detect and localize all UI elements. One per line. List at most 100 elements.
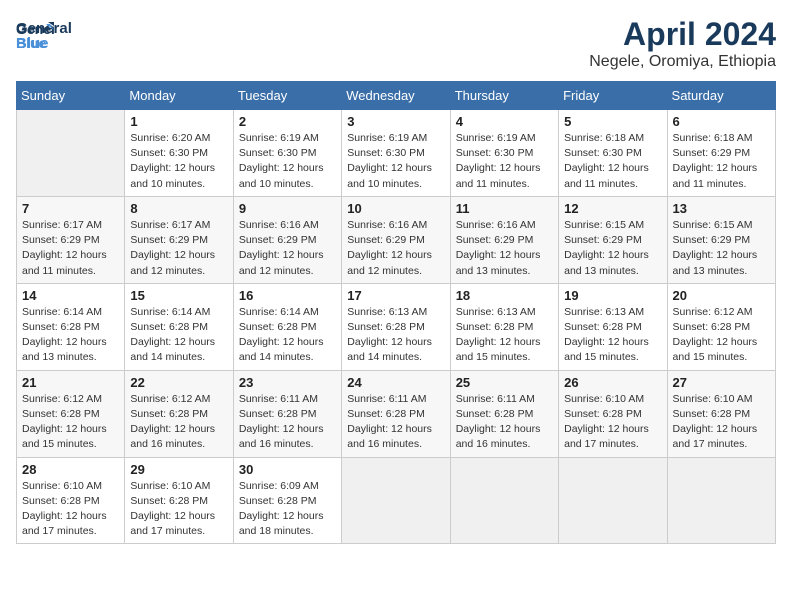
- calendar-cell: 10 Sunrise: 6:16 AM Sunset: 6:29 PM Dayli…: [342, 196, 450, 283]
- calendar-cell: 5 Sunrise: 6:18 AM Sunset: 6:30 PM Daylig…: [559, 110, 667, 197]
- day-number: 13: [673, 201, 770, 216]
- day-number: 22: [130, 375, 227, 390]
- day-info: Sunrise: 6:19 AM Sunset: 6:30 PM Dayligh…: [347, 131, 444, 192]
- calendar-cell: 17Sunrise: 6:13 AM Sunset: 6:28 PM Dayli…: [342, 283, 450, 370]
- calendar-cell: 26 Sunrise: 6:10 AM Sunset: 6:28 PM Dayli…: [559, 370, 667, 457]
- calendar-cell: 23 Sunrise: 6:11 AM Sunset: 6:28 PM Dayli…: [233, 370, 341, 457]
- month-title: April 2024: [589, 16, 776, 53]
- day-number: 21: [22, 375, 119, 390]
- day-info: Sunrise: 6:10 AM Sunset: 6:28 PM Dayligh…: [22, 479, 119, 540]
- day-info: Sunrise: 6:10 AM Sunset: 6:28 PM Dayligh…: [130, 479, 227, 540]
- day-info: Sunrise: 6:11 AM Sunset: 6:28 PM Dayligh…: [347, 392, 444, 453]
- location: Negele, Oromiya, Ethiopia: [589, 53, 776, 71]
- day-number: 14: [22, 288, 119, 303]
- day-number: 8: [130, 201, 227, 216]
- day-info: Sunrise: 6:14 AM Sunset: 6:28 PM Dayligh…: [239, 305, 336, 366]
- week-row-3: 14 Sunrise: 6:14 AM Sunset: 6:28 PM Dayli…: [17, 283, 776, 370]
- day-number: 27: [673, 375, 770, 390]
- calendar-cell: [667, 457, 775, 544]
- day-info: Sunrise: 6:19 AM Sunset: 6:30 PM Dayligh…: [456, 131, 553, 192]
- day-info: Sunrise: 6:12 AM Sunset: 6:28 PM Dayligh…: [130, 392, 227, 453]
- day-number: 1: [130, 114, 227, 129]
- calendar-cell: 15Sunrise: 6:14 AM Sunset: 6:28 PM Dayli…: [125, 283, 233, 370]
- day-info: Sunrise: 6:15 AM Sunset: 6:29 PM Dayligh…: [564, 218, 661, 279]
- calendar-cell: 9Sunrise: 6:16 AM Sunset: 6:29 PM Daylig…: [233, 196, 341, 283]
- day-info: Sunrise: 6:20 AM Sunset: 6:30 PM Dayligh…: [130, 131, 227, 192]
- svg-text:Blue: Blue: [16, 35, 47, 51]
- calendar-cell: 12 Sunrise: 6:15 AM Sunset: 6:29 PM Dayli…: [559, 196, 667, 283]
- day-number: 25: [456, 375, 553, 390]
- day-number: 26: [564, 375, 661, 390]
- calendar-cell: 25 Sunrise: 6:11 AM Sunset: 6:28 PM Dayli…: [450, 370, 558, 457]
- header-thursday: Thursday: [450, 82, 558, 110]
- calendar-table: SundayMondayTuesdayWednesdayThursdayFrid…: [16, 81, 776, 544]
- calendar-cell: [450, 457, 558, 544]
- calendar-cell: 2Sunrise: 6:19 AM Sunset: 6:30 PM Daylig…: [233, 110, 341, 197]
- calendar-cell: 22 Sunrise: 6:12 AM Sunset: 6:28 PM Dayli…: [125, 370, 233, 457]
- day-number: 6: [673, 114, 770, 129]
- calendar-cell: 3Sunrise: 6:19 AM Sunset: 6:30 PM Daylig…: [342, 110, 450, 197]
- day-info: Sunrise: 6:11 AM Sunset: 6:28 PM Dayligh…: [456, 392, 553, 453]
- day-number: 4: [456, 114, 553, 129]
- day-info: Sunrise: 6:14 AM Sunset: 6:28 PM Dayligh…: [130, 305, 227, 366]
- day-number: 19: [564, 288, 661, 303]
- day-info: Sunrise: 6:18 AM Sunset: 6:29 PM Dayligh…: [673, 131, 770, 192]
- logo-icon: General Blue: [16, 16, 54, 54]
- day-number: 23: [239, 375, 336, 390]
- calendar-cell: 11 Sunrise: 6:16 AM Sunset: 6:29 PM Dayli…: [450, 196, 558, 283]
- calendar-cell: [17, 110, 125, 197]
- day-number: 24: [347, 375, 444, 390]
- calendar-cell: 6 Sunrise: 6:18 AM Sunset: 6:29 PM Daylig…: [667, 110, 775, 197]
- header-sunday: Sunday: [17, 82, 125, 110]
- calendar-cell: 21 Sunrise: 6:12 AM Sunset: 6:28 PM Dayli…: [17, 370, 125, 457]
- day-info: Sunrise: 6:17 AM Sunset: 6:29 PM Dayligh…: [22, 218, 119, 279]
- day-info: Sunrise: 6:11 AM Sunset: 6:28 PM Dayligh…: [239, 392, 336, 453]
- day-info: Sunrise: 6:18 AM Sunset: 6:30 PM Dayligh…: [564, 131, 661, 192]
- day-number: 28: [22, 462, 119, 477]
- day-number: 17: [347, 288, 444, 303]
- day-info: Sunrise: 6:16 AM Sunset: 6:29 PM Dayligh…: [347, 218, 444, 279]
- logo: General Blue General Blue: [16, 16, 72, 52]
- day-info: Sunrise: 6:12 AM Sunset: 6:28 PM Dayligh…: [673, 305, 770, 366]
- title-area: April 2024 Negele, Oromiya, Ethiopia: [589, 16, 776, 71]
- calendar-cell: 24 Sunrise: 6:11 AM Sunset: 6:28 PM Dayli…: [342, 370, 450, 457]
- calendar-cell: 18 Sunrise: 6:13 AM Sunset: 6:28 PM Dayli…: [450, 283, 558, 370]
- day-number: 18: [456, 288, 553, 303]
- week-row-1: 1 Sunrise: 6:20 AM Sunset: 6:30 PM Daylig…: [17, 110, 776, 197]
- calendar-cell: [559, 457, 667, 544]
- calendar-cell: 8 Sunrise: 6:17 AM Sunset: 6:29 PM Daylig…: [125, 196, 233, 283]
- day-info: Sunrise: 6:12 AM Sunset: 6:28 PM Dayligh…: [22, 392, 119, 453]
- week-row-4: 21 Sunrise: 6:12 AM Sunset: 6:28 PM Dayli…: [17, 370, 776, 457]
- header-saturday: Saturday: [667, 82, 775, 110]
- calendar-cell: 4 Sunrise: 6:19 AM Sunset: 6:30 PM Daylig…: [450, 110, 558, 197]
- calendar-cell: 1 Sunrise: 6:20 AM Sunset: 6:30 PM Daylig…: [125, 110, 233, 197]
- day-info: Sunrise: 6:13 AM Sunset: 6:28 PM Dayligh…: [564, 305, 661, 366]
- calendar-cell: 16 Sunrise: 6:14 AM Sunset: 6:28 PM Dayli…: [233, 283, 341, 370]
- header-friday: Friday: [559, 82, 667, 110]
- day-number: 16: [239, 288, 336, 303]
- calendar-cell: 13Sunrise: 6:15 AM Sunset: 6:29 PM Dayli…: [667, 196, 775, 283]
- calendar-cell: 7 Sunrise: 6:17 AM Sunset: 6:29 PM Daylig…: [17, 196, 125, 283]
- day-number: 10: [347, 201, 444, 216]
- day-info: Sunrise: 6:17 AM Sunset: 6:29 PM Dayligh…: [130, 218, 227, 279]
- calendar-cell: 28 Sunrise: 6:10 AM Sunset: 6:28 PM Dayli…: [17, 457, 125, 544]
- day-number: 2: [239, 114, 336, 129]
- calendar-body: 1 Sunrise: 6:20 AM Sunset: 6:30 PM Daylig…: [17, 110, 776, 544]
- day-number: 12: [564, 201, 661, 216]
- day-info: Sunrise: 6:10 AM Sunset: 6:28 PM Dayligh…: [564, 392, 661, 453]
- day-info: Sunrise: 6:14 AM Sunset: 6:28 PM Dayligh…: [22, 305, 119, 366]
- header-tuesday: Tuesday: [233, 82, 341, 110]
- day-info: Sunrise: 6:16 AM Sunset: 6:29 PM Dayligh…: [239, 218, 336, 279]
- day-number: 5: [564, 114, 661, 129]
- header-wednesday: Wednesday: [342, 82, 450, 110]
- calendar-cell: 20 Sunrise: 6:12 AM Sunset: 6:28 PM Dayli…: [667, 283, 775, 370]
- day-number: 11: [456, 201, 553, 216]
- calendar-cell: 14 Sunrise: 6:14 AM Sunset: 6:28 PM Dayli…: [17, 283, 125, 370]
- day-number: 20: [673, 288, 770, 303]
- day-info: Sunrise: 6:13 AM Sunset: 6:28 PM Dayligh…: [456, 305, 553, 366]
- day-number: 30: [239, 462, 336, 477]
- week-row-5: 28 Sunrise: 6:10 AM Sunset: 6:28 PM Dayli…: [17, 457, 776, 544]
- day-info: Sunrise: 6:10 AM Sunset: 6:28 PM Dayligh…: [673, 392, 770, 453]
- day-number: 7: [22, 201, 119, 216]
- day-info: Sunrise: 6:16 AM Sunset: 6:29 PM Dayligh…: [456, 218, 553, 279]
